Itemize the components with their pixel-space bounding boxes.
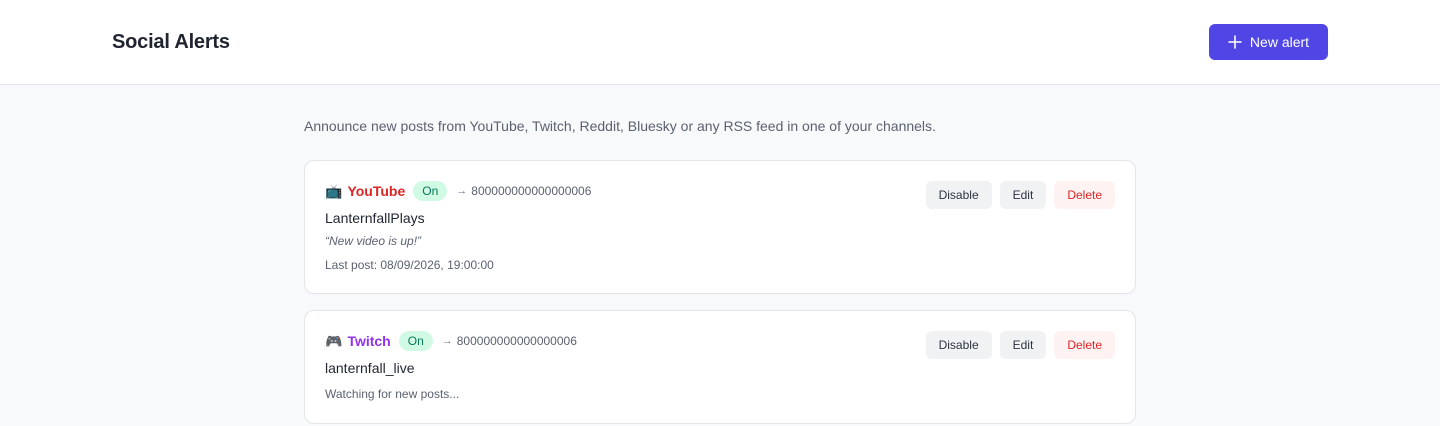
status-badge: On — [398, 331, 433, 351]
disable-button[interactable]: Disable — [925, 331, 992, 359]
alert-header: 🎮 Twitch On → 800000000000000006 — [325, 331, 577, 351]
alert-card-youtube: 📺 YouTube On → 800000000000000006 Lanter… — [304, 160, 1136, 294]
alert-actions: Disable Edit Delete — [925, 331, 1115, 359]
gamepad-icon: 🎮 — [325, 333, 343, 349]
plus-icon — [1228, 35, 1242, 49]
account-name: LanternfallPlays — [325, 210, 425, 226]
watching-status: Watching for new posts... — [325, 387, 460, 401]
delete-button[interactable]: Delete — [1054, 181, 1115, 209]
alert-actions: Disable Edit Delete — [925, 181, 1115, 209]
last-post-info: Last post: 08/09/2026, 19:00:00 — [325, 258, 494, 272]
status-badge: On — [413, 181, 448, 201]
delete-button[interactable]: Delete — [1054, 331, 1115, 359]
new-alert-label: New alert — [1249, 34, 1310, 50]
alert-header: 📺 YouTube On → 800000000000000006 — [325, 181, 591, 201]
alert-message: “New video is up!” — [325, 234, 422, 248]
edit-button[interactable]: Edit — [999, 181, 1047, 209]
top-bar: Social Alerts New alert — [0, 0, 1440, 85]
tv-icon: 📺 — [325, 183, 343, 199]
target-channel-id: 800000000000000006 — [456, 334, 577, 348]
target-channel-id: 800000000000000006 — [471, 184, 592, 198]
platform-name: YouTube — [347, 183, 406, 199]
new-alert-button[interactable]: New alert — [1209, 24, 1328, 60]
account-name: lanternfall_live — [325, 360, 415, 376]
disable-button[interactable]: Disable — [925, 181, 992, 209]
edit-button[interactable]: Edit — [999, 331, 1047, 359]
page-description: Announce new posts from YouTube, Twitch,… — [304, 118, 936, 134]
arrow-right-icon: → — [456, 185, 468, 197]
page-title: Social Alerts — [112, 31, 230, 53]
alert-card-twitch: 🎮 Twitch On → 800000000000000006 lantern… — [304, 310, 1136, 424]
arrow-right-icon: → — [441, 335, 453, 347]
platform-name: Twitch — [347, 333, 391, 349]
